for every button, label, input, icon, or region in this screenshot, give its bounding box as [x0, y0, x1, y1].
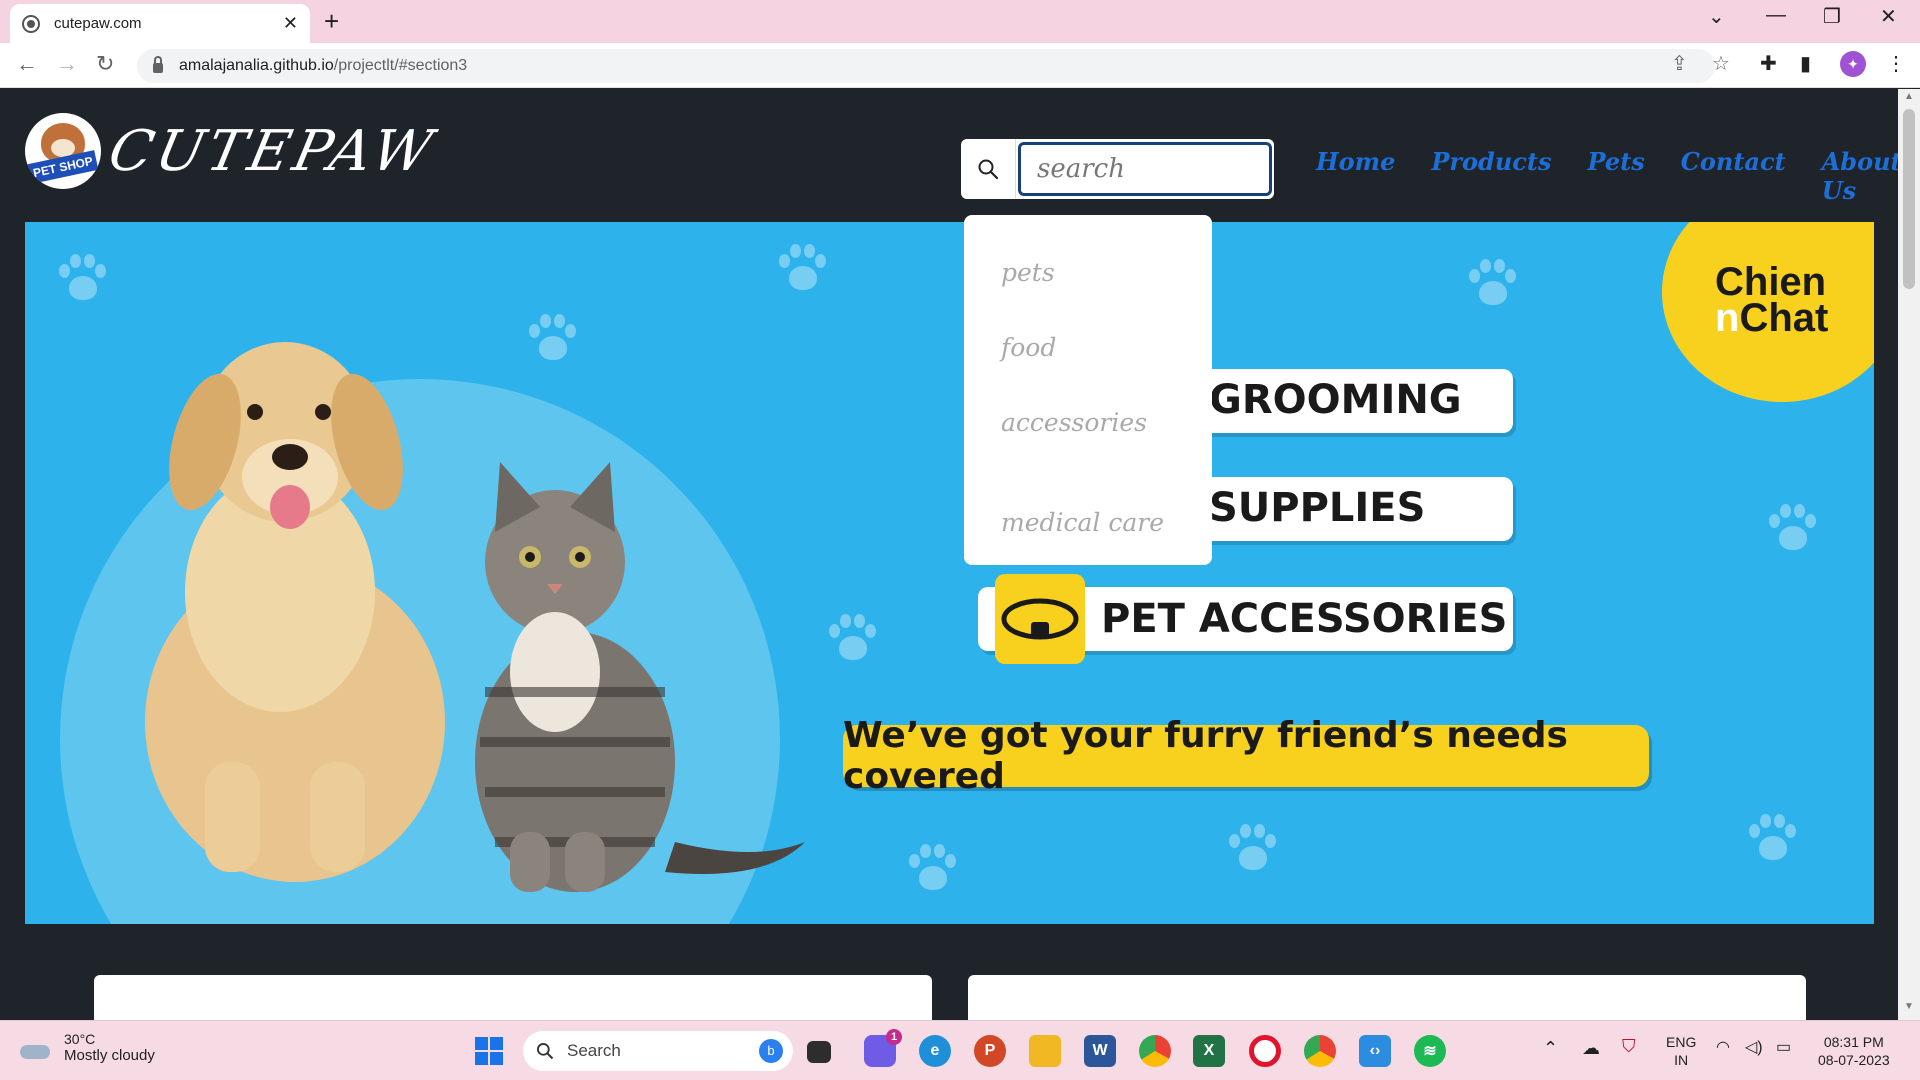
time: 08:31 PM: [1823, 1034, 1884, 1050]
extensions-icon[interactable]: ✚: [1760, 51, 1777, 76]
suggestion-medical-care[interactable]: medical care: [1001, 508, 1164, 537]
vscode-icon[interactable]: ‹›: [1359, 1035, 1391, 1067]
pet-accessories-label: PET ACCESSORIES: [1101, 596, 1508, 642]
content-card-left: [94, 975, 932, 1020]
address-toolbar: ← → ↻ amalajanalia.github.io/projectlt/#…: [0, 43, 1920, 88]
spotify-icon[interactable]: ≋: [1414, 1035, 1446, 1067]
nav-about-us[interactable]: About-Us: [1822, 147, 1898, 205]
tab-title: cutepaw.com: [54, 15, 142, 32]
collar-icon: [995, 574, 1085, 664]
url-text: amalajanalia.github.io/projectlt/#sectio…: [179, 57, 468, 74]
minimize-icon[interactable]: —: [1766, 4, 1786, 27]
paw-print-icon: [55, 252, 109, 306]
address-bar[interactable]: amalajanalia.github.io/projectlt/#sectio…: [137, 49, 1715, 83]
clock[interactable]: 08:31 PM 08-07-2023: [1818, 1033, 1890, 1069]
bookmark-star-icon[interactable]: ☆: [1712, 51, 1730, 76]
wifi-icon[interactable]: ◠: [1716, 1039, 1730, 1057]
lock-icon: [153, 56, 163, 73]
excel-icon[interactable]: X: [1193, 1035, 1225, 1067]
paw-print-icon: [1745, 812, 1799, 866]
paw-print-icon: [525, 312, 579, 366]
chrome-profile-icon[interactable]: [1304, 1035, 1336, 1067]
taskbar-search-label: Search: [567, 1041, 621, 1060]
restore-icon[interactable]: ❐: [1823, 4, 1841, 29]
pet-shop-logo[interactable]: PET SHOP: [25, 113, 101, 189]
volume-icon[interactable]: ◁): [1745, 1039, 1763, 1057]
content-card-right: [968, 975, 1806, 1020]
battery-icon[interactable]: ▭: [1776, 1039, 1791, 1057]
brand-name: CUTEPAW: [103, 119, 442, 184]
close-tab-icon[interactable]: ✕: [283, 13, 298, 34]
windows-start-icon[interactable]: [473, 1035, 505, 1067]
close-window-icon[interactable]: ✕: [1880, 4, 1897, 29]
search-input[interactable]: [1018, 142, 1272, 196]
paw-print-icon: [775, 242, 829, 296]
taskbar-search[interactable]: Search b: [523, 1031, 793, 1071]
show-hidden-icons-icon[interactable]: ⌃: [1543, 1039, 1558, 1057]
share-icon[interactable]: ⇪: [1671, 51, 1688, 76]
search-icon: [978, 159, 999, 180]
date: 08-07-2023: [1818, 1052, 1890, 1068]
browser-tab[interactable]: cutepaw.com ✕: [10, 4, 310, 43]
language-indicator[interactable]: ENG IN: [1666, 1033, 1696, 1069]
suggestion-food[interactable]: food: [1001, 333, 1056, 362]
scrollbar-thumb[interactable]: [1903, 109, 1915, 289]
side-panel-icon[interactable]: ▮: [1800, 51, 1811, 76]
supplies-label: SUPPLIES: [1209, 485, 1426, 531]
cloudy-weather-icon: [20, 1036, 54, 1059]
forward-arrow-icon[interactable]: →: [56, 51, 78, 77]
grooming-label: GROOMING: [1209, 377, 1462, 423]
tab-search-icon[interactable]: ⌄: [1708, 4, 1725, 29]
edge-browser-icon[interactable]: e: [919, 1035, 951, 1067]
teams-chat-icon[interactable]: 1: [864, 1029, 902, 1067]
profile-avatar[interactable]: ✦: [1840, 51, 1866, 77]
task-view-icon[interactable]: [807, 1041, 831, 1063]
tagline-banner: We’ve got your furry friend’s needs cove…: [843, 715, 1649, 797]
bing-icon[interactable]: b: [759, 1039, 783, 1063]
word-icon[interactable]: W: [1084, 1035, 1116, 1067]
search-button[interactable]: [961, 139, 1016, 199]
windows-taskbar: 30°C Mostly cloudy Search b 1 e P W X ‹›…: [0, 1020, 1920, 1080]
search-box: [961, 139, 1274, 199]
scroll-up-icon[interactable]: ▲: [1904, 91, 1914, 102]
new-tab-button[interactable]: +: [324, 6, 339, 37]
paw-print-icon: [1465, 257, 1519, 311]
scroll-down-icon[interactable]: ▼: [1904, 1001, 1914, 1012]
tabby-cat-image: [475, 462, 805, 892]
file-explorer-icon[interactable]: [1029, 1035, 1061, 1067]
weather-condition: Mostly cloudy: [64, 1047, 155, 1064]
paw-print-icon: [1225, 822, 1279, 876]
chien-n-chat-logo: Chien nChat: [1715, 260, 1829, 340]
hero-banner: Chien nChat GROOMING SUPPLIES PET ACCESS…: [25, 222, 1874, 924]
mcafee-shield-icon[interactable]: ⛉: [1622, 1037, 1636, 1055]
chrome-icon[interactable]: [1139, 1035, 1171, 1067]
globe-icon: [22, 14, 40, 33]
back-arrow-icon[interactable]: ←: [16, 51, 38, 77]
search-icon: [537, 1043, 554, 1060]
web-page: PET SHOP CUTEPAW Home Products Pets Cont…: [0, 89, 1898, 1020]
suggestion-accessories[interactable]: accessories: [1001, 408, 1147, 437]
menu-dots-icon[interactable]: ⋮: [1886, 51, 1906, 76]
powerpoint-icon[interactable]: P: [974, 1035, 1006, 1067]
browser-tab-strip: cutepaw.com ✕ + ⌄ — ❐ ✕: [0, 0, 1920, 43]
nav-contact[interactable]: Contact: [1681, 147, 1786, 205]
main-nav: Home Products Pets Contact About-Us: [1316, 147, 1898, 205]
page-scrollbar[interactable]: ▲ ▼: [1898, 89, 1920, 1020]
search-suggestions-dropdown: pets food accessories medical care: [964, 215, 1212, 565]
nav-home[interactable]: Home: [1316, 147, 1395, 205]
suggestion-pets[interactable]: pets: [1001, 258, 1055, 287]
nav-products[interactable]: Products: [1431, 147, 1551, 205]
nav-pets[interactable]: Pets: [1588, 147, 1645, 205]
weather-widget[interactable]: 30°C Mostly cloudy: [20, 1031, 155, 1064]
temperature: 30°C: [64, 1031, 96, 1047]
paw-print-icon: [905, 842, 959, 896]
opera-icon[interactable]: [1249, 1035, 1281, 1067]
chat-badge: 1: [886, 1029, 902, 1045]
reload-icon[interactable]: ↻: [96, 51, 114, 77]
paw-print-icon: [825, 612, 879, 666]
paw-print-icon: [1765, 502, 1819, 556]
onedrive-cloud-icon[interactable]: ☁: [1582, 1039, 1600, 1057]
